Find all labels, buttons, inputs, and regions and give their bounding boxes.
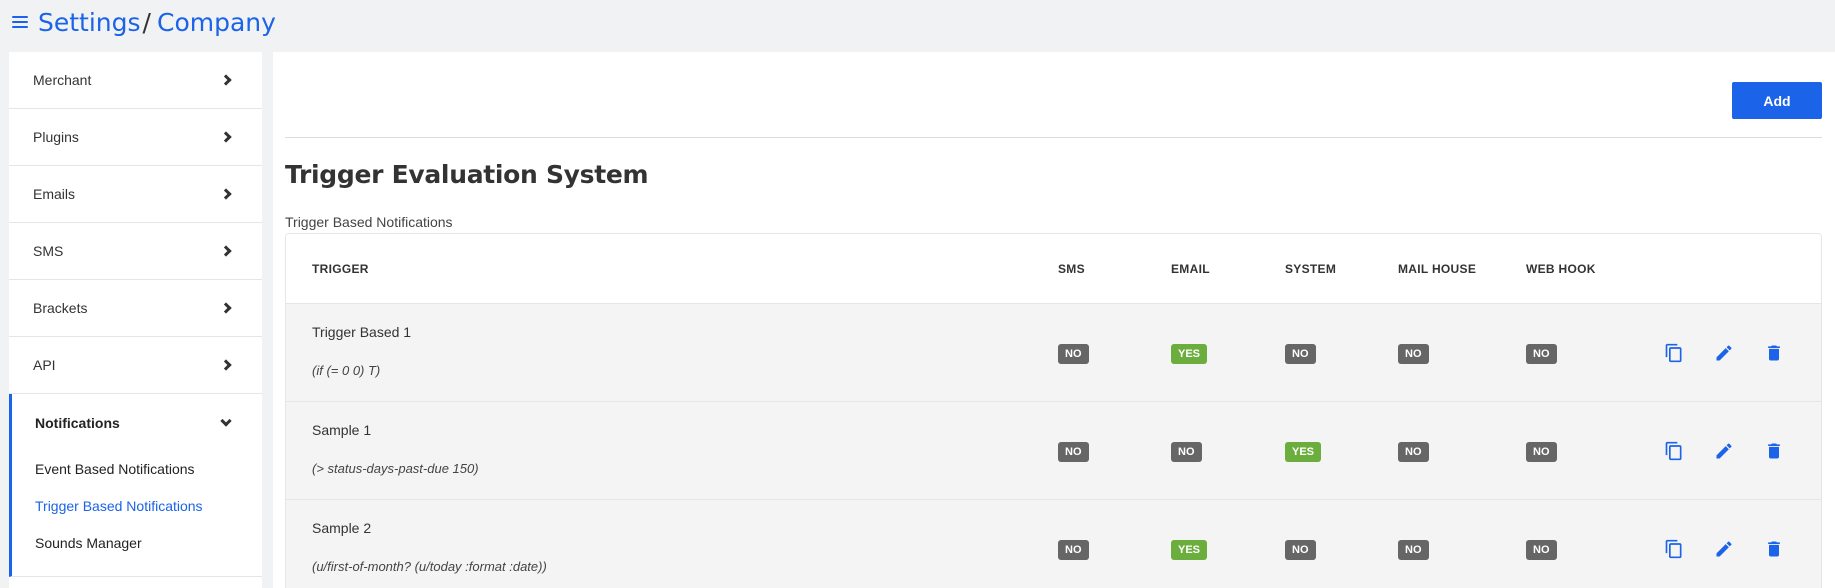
sidebar-item-notifications[interactable]: Notifications [12,394,262,451]
table-header: TRIGGER SMS EMAIL SYSTEM MAIL HOUSE WEB … [286,234,1821,304]
sidebar-item-merchant[interactable]: Merchant [9,52,262,109]
sidebar-group-notifications: Notifications Event Based Notifications … [9,394,262,577]
sidebar-item-plugins[interactable]: Plugins [9,109,262,166]
column-header-web-hook: WEB HOOK [1526,261,1596,276]
column-header-system: SYSTEM [1285,261,1337,276]
sidebar-item-sms[interactable]: SMS [9,223,262,280]
web-hook-status-badge: NO [1526,344,1557,364]
copy-icon[interactable] [1663,440,1685,462]
chevron-right-icon [220,359,232,371]
sidebar-subitem-sounds-manager[interactable]: Sounds Manager [12,525,262,562]
sidebar: Merchant Plugins Emails SMS Brackets API… [9,52,262,588]
section-label: Trigger Based Notifications [285,214,453,230]
trigger-cell: Trigger Based 1 (if (= 0 0) T) [312,324,411,378]
main-panel: Add Trigger Evaluation System Trigger Ba… [273,52,1835,588]
page-title: Trigger Evaluation System [285,160,649,189]
email-status-badge: YES [1171,344,1208,364]
sidebar-item-label: SMS [33,243,64,259]
trigger-expression: (> status-days-past-due 150) [312,461,479,476]
trigger-cell: Sample 1 (> status-days-past-due 150) [312,422,479,476]
edit-icon[interactable] [1713,538,1735,560]
chevron-right-icon [220,302,232,314]
trigger-expression: (if (= 0 0) T) [312,363,381,378]
copy-icon[interactable] [1663,538,1685,560]
column-header-trigger: TRIGGER [312,261,369,276]
sidebar-item-label: Merchant [33,72,92,88]
delete-icon[interactable] [1763,440,1785,462]
column-header-sms: SMS [1058,261,1085,276]
sidebar-subitem-trigger-based[interactable]: Trigger Based Notifications [12,488,262,525]
copy-icon[interactable] [1663,342,1685,364]
mail-house-status-badge: NO [1398,442,1429,462]
divider [285,137,1822,138]
sms-status-badge: NO [1058,344,1089,364]
table-row: Sample 2 (u/first-of-month? (u/today :fo… [286,500,1821,588]
sidebar-item-label: Plugins [33,129,79,145]
sms-status-badge: NO [1058,442,1089,462]
chevron-right-icon [220,188,232,200]
breadcrumb-settings[interactable]: Settings [38,8,141,37]
trigger-cell: Sample 2 (u/first-of-month? (u/today :fo… [312,520,547,574]
table-row: Trigger Based 1 (if (= 0 0) T) NO YES NO… [286,304,1821,402]
sidebar-item-api[interactable]: API [9,337,262,394]
trigger-name: Sample 2 [312,520,372,536]
sidebar-item-label: Brackets [33,300,88,316]
chevron-right-icon [220,131,232,143]
trigger-name: Sample 1 [312,422,372,438]
sidebar-item-label: Notifications [35,414,120,431]
chevron-right-icon [220,245,232,257]
chevron-down-icon [220,414,232,427]
sidebar-item-label: Emails [33,186,76,202]
sidebar-subitem-event-based[interactable]: Event Based Notifications [12,451,262,488]
edit-icon[interactable] [1713,440,1735,462]
trigger-expression: (u/first-of-month? (u/today :format :dat… [312,559,547,574]
triggers-table: TRIGGER SMS EMAIL SYSTEM MAIL HOUSE WEB … [285,233,1822,588]
sms-status-badge: NO [1058,540,1089,560]
delete-icon[interactable] [1763,538,1785,560]
top-bar: Settings / Company [0,0,1835,44]
breadcrumb-company[interactable]: Company [157,8,276,37]
menu-icon[interactable] [12,16,28,28]
breadcrumb-separator: / [142,7,151,37]
sidebar-item-brackets[interactable]: Brackets [9,280,262,337]
web-hook-status-badge: NO [1526,540,1557,560]
column-header-email: EMAIL [1171,261,1210,276]
mail-house-status-badge: NO [1398,344,1429,364]
chevron-right-icon [220,74,232,86]
column-header-mail-house: MAIL HOUSE [1398,261,1477,276]
mail-house-status-badge: NO [1398,540,1429,560]
sidebar-item-label: API [33,357,56,373]
sidebar-item-emails[interactable]: Emails [9,166,262,223]
edit-icon[interactable] [1713,342,1735,364]
system-status-badge: NO [1285,540,1316,560]
web-hook-status-badge: NO [1526,442,1557,462]
email-status-badge: YES [1171,540,1208,560]
trigger-name: Trigger Based 1 [312,324,412,340]
delete-icon[interactable] [1763,342,1785,364]
system-status-badge: NO [1285,344,1316,364]
email-status-badge: NO [1171,442,1202,462]
system-status-badge: YES [1285,442,1322,462]
add-button[interactable]: Add [1732,82,1822,119]
table-row: Sample 1 (> status-days-past-due 150) NO… [286,402,1821,500]
